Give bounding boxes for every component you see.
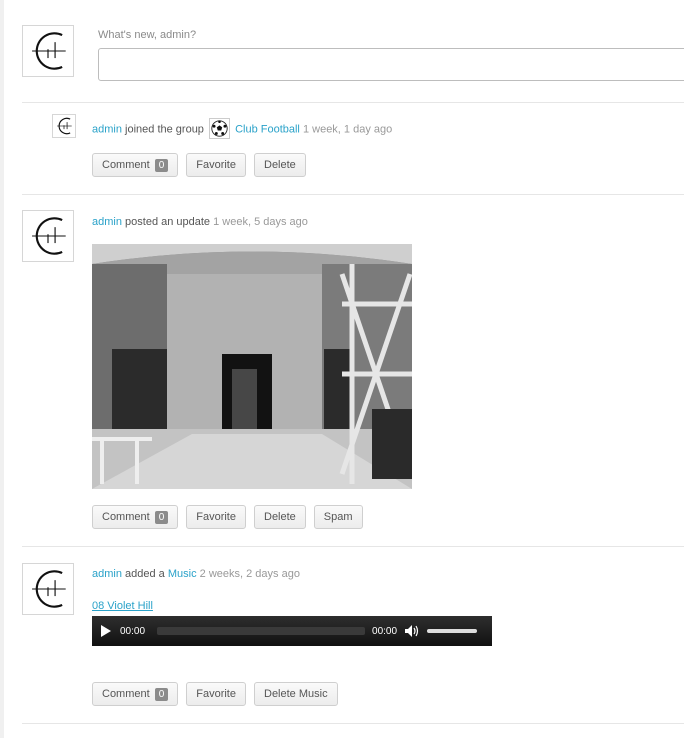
- user-link[interactable]: admin: [92, 568, 122, 580]
- music-link[interactable]: Music: [168, 568, 197, 580]
- activity-header: admin added a Music 2 weeks, 2 days ago: [92, 568, 300, 580]
- comment-count: 0: [154, 687, 169, 701]
- favorite-button[interactable]: Favorite: [186, 153, 246, 177]
- left-border: [0, 0, 4, 738]
- play-icon[interactable]: [101, 625, 111, 637]
- divider: [22, 723, 684, 724]
- favorite-button[interactable]: Favorite: [186, 505, 246, 529]
- avatar[interactable]: [22, 25, 74, 77]
- activity-actions: Comment 0 Favorite Delete Spam: [92, 505, 363, 529]
- divider: [22, 194, 684, 195]
- comment-button[interactable]: Comment 0: [92, 153, 179, 177]
- user-link[interactable]: admin: [92, 216, 122, 228]
- activity-time[interactable]: 1 week, 5 days ago: [213, 216, 308, 228]
- activity-action: joined the group: [125, 123, 204, 136]
- avatar[interactable]: [22, 210, 74, 262]
- audio-player: 00:00 00:00: [92, 616, 492, 646]
- comment-count: 0: [154, 510, 169, 524]
- avatar-logo-icon: [32, 32, 66, 70]
- activity-header: admin joined the group Club Football 1 w…: [92, 118, 392, 140]
- interior-photo-image: [92, 244, 412, 489]
- update-photo[interactable]: [92, 244, 412, 489]
- delete-button[interactable]: Delete: [254, 505, 306, 529]
- volume-slider[interactable]: [427, 629, 478, 633]
- comment-count: 0: [154, 158, 169, 172]
- duration: 00:00: [372, 625, 398, 637]
- activity-header: admin posted an update 1 week, 5 days ag…: [92, 216, 308, 228]
- avatar-logo-icon: [32, 217, 66, 255]
- group-link[interactable]: Club Football: [235, 123, 300, 135]
- delete-button[interactable]: Delete: [254, 153, 306, 177]
- activity-action: added a: [125, 568, 165, 580]
- activity-action: posted an update: [125, 216, 211, 228]
- comment-button[interactable]: Comment 0: [92, 505, 179, 529]
- track-link[interactable]: 08 Violet Hill: [92, 600, 153, 612]
- activity-time[interactable]: 2 weeks, 2 days ago: [200, 568, 300, 580]
- avatar[interactable]: [22, 563, 74, 615]
- speaker-icon[interactable]: [405, 625, 419, 637]
- favorite-button[interactable]: Favorite: [186, 682, 246, 706]
- divider: [22, 546, 684, 547]
- activity-actions: Comment 0 Favorite Delete: [92, 153, 306, 177]
- avatar-logo-icon: [32, 570, 66, 608]
- soccer-ball-icon[interactable]: [209, 118, 230, 139]
- activity-time[interactable]: 1 week, 1 day ago: [303, 123, 392, 135]
- divider: [22, 102, 684, 103]
- whats-new-input[interactable]: [98, 48, 684, 81]
- whats-new-label: What's new, admin?: [98, 29, 197, 41]
- activity-actions: Comment 0 Favorite Delete Music: [92, 682, 338, 706]
- avatar-logo-icon: [57, 117, 72, 135]
- avatar[interactable]: [52, 114, 76, 138]
- user-link[interactable]: admin: [92, 123, 122, 135]
- comment-button[interactable]: Comment 0: [92, 682, 179, 706]
- current-time: 00:00: [120, 625, 146, 637]
- delete-music-button[interactable]: Delete Music: [254, 682, 338, 706]
- spam-button[interactable]: Spam: [313, 505, 363, 529]
- progress-bar[interactable]: [157, 627, 366, 635]
